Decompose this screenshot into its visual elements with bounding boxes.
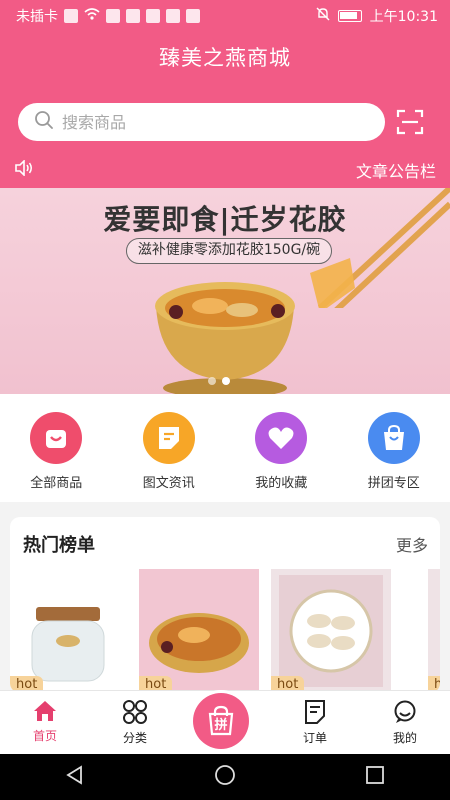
battery-icon <box>337 10 362 22</box>
shortcut-grid: 全部商品 图文资讯 我的收藏 拼团专区 <box>0 394 450 502</box>
search-bar[interactable] <box>18 103 385 141</box>
sim-icon <box>64 9 78 23</box>
product-card[interactable]: hot <box>271 569 391 693</box>
product-card[interactable]: hot <box>10 569 130 693</box>
search-icon <box>34 110 54 134</box>
group-buy-label: 拼 <box>214 718 228 733</box>
product-card[interactable]: hot <box>428 569 440 693</box>
home-nav-icon[interactable] <box>214 764 236 790</box>
promo-banner[interactable]: 爱要即食|迁岁花胶 滋补健康零添加花胶150G/碗 <box>0 188 450 394</box>
shortcut-group-buy[interactable]: 拼团专区 <box>349 412 439 502</box>
document-icon <box>142 412 195 464</box>
wifi-icon <box>84 7 100 25</box>
product-card[interactable]: hot <box>139 569 259 693</box>
section-title: 热门榜单 <box>23 535 95 556</box>
mute-icon <box>316 7 330 25</box>
tab-home[interactable]: 首页 <box>5 691 85 755</box>
speaker-icon <box>14 159 34 180</box>
app-notification-icon <box>126 9 140 23</box>
grid-icon <box>123 700 147 724</box>
shortcut-label: 拼团专区 <box>367 476 420 491</box>
bird-nest-jar-image <box>10 569 130 693</box>
app-title: 臻美之燕商城 <box>159 46 291 70</box>
more-link[interactable]: 更多 <box>396 532 428 556</box>
pagination-dot[interactable] <box>208 377 216 385</box>
shortcut-favorites[interactable]: 我的收藏 <box>236 412 326 502</box>
app-notification-icon <box>186 9 200 23</box>
system-nav-bar <box>0 754 450 800</box>
app-notification-icon <box>166 9 180 23</box>
scan-icon[interactable] <box>396 108 424 136</box>
banner-pagination <box>208 377 230 385</box>
status-bar: 未插卡 上午10:31 <box>0 0 450 32</box>
clock-text: 上午10:31 <box>369 9 438 25</box>
recents-icon[interactable] <box>365 765 385 789</box>
tab-label: 首页 <box>32 729 57 743</box>
shortcut-label: 我的收藏 <box>255 476 308 491</box>
back-icon[interactable] <box>65 765 85 789</box>
fish-maw-bowl-image <box>139 569 259 693</box>
header: 臻美之燕商城 文章公告栏 <box>0 32 450 188</box>
bag-icon <box>30 412 83 464</box>
wechat-icon <box>146 9 160 23</box>
group-buy-button[interactable]: 拼 <box>193 693 249 749</box>
product-image <box>428 569 440 693</box>
notice-bar[interactable]: 文章公告栏 <box>14 158 436 182</box>
tab-label: 我的 <box>392 731 417 745</box>
shopping-bag-icon <box>367 412 420 464</box>
heart-icon <box>255 412 308 464</box>
profile-icon <box>394 700 416 723</box>
shortcut-label: 全部商品 <box>30 476 83 491</box>
home-icon <box>34 701 56 721</box>
tab-orders[interactable]: 订单 <box>275 691 355 755</box>
bottom-tab-bar: 首页 分类 拼 订单 我的 <box>0 690 450 754</box>
tab-profile[interactable]: 我的 <box>365 691 445 755</box>
shortcut-all-products[interactable]: 全部商品 <box>11 412 101 502</box>
search-input[interactable] <box>62 112 342 132</box>
carrier-text: 未插卡 <box>16 9 58 25</box>
app-notification-icon <box>106 9 120 23</box>
shortcut-label: 图文资讯 <box>142 476 195 491</box>
tab-category[interactable]: 分类 <box>95 691 175 755</box>
tab-label: 订单 <box>302 731 327 745</box>
notice-label: 文章公告栏 <box>355 162 436 181</box>
bird-nest-gift-box-image <box>271 569 391 693</box>
pagination-dot-active[interactable] <box>222 377 230 385</box>
tab-label: 分类 <box>122 731 147 745</box>
hot-ranking-card: 热门榜单 更多 hot hot hot h <box>10 517 440 693</box>
chopsticks-image <box>310 188 450 308</box>
shortcut-articles[interactable]: 图文资讯 <box>124 412 214 502</box>
order-icon <box>305 700 325 724</box>
